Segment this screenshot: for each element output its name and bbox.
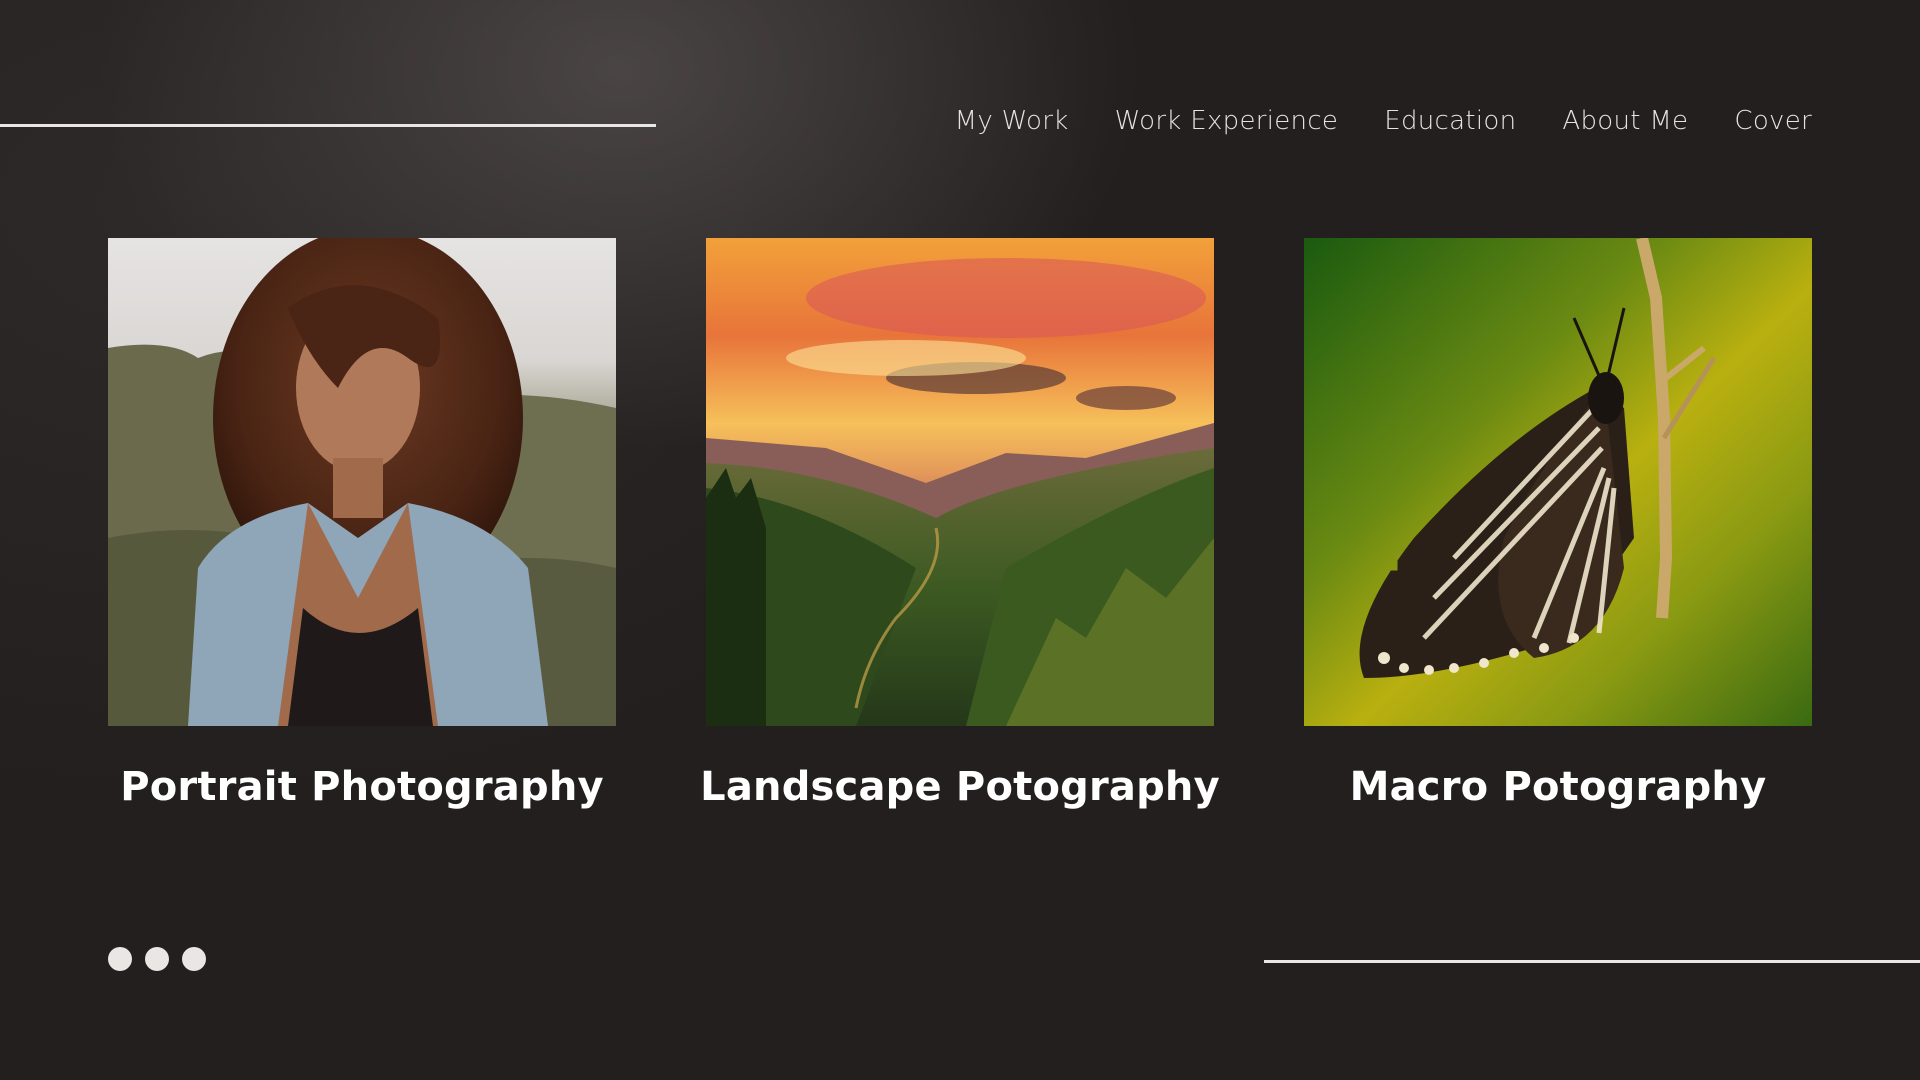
dot bbox=[108, 947, 132, 971]
card-caption: Macro Potography bbox=[1349, 764, 1767, 810]
top-navigation: My Work Work Experience Education About … bbox=[955, 106, 1812, 136]
portfolio-cards: Portrait Photography Landscape Potograph… bbox=[108, 238, 1812, 810]
card-macro[interactable]: Macro Potography bbox=[1304, 238, 1812, 810]
nav-my-work[interactable]: My Work bbox=[955, 106, 1069, 136]
card-portrait[interactable]: Portrait Photography bbox=[108, 238, 616, 810]
decorative-line-bottom bbox=[1264, 960, 1920, 963]
nav-cover[interactable]: Cover bbox=[1734, 106, 1812, 136]
dot bbox=[182, 947, 206, 971]
decorative-line-top bbox=[0, 124, 656, 127]
nav-education[interactable]: Education bbox=[1384, 106, 1516, 136]
landscape-photo[interactable] bbox=[706, 238, 1214, 726]
nav-work-experience[interactable]: Work Experience bbox=[1115, 106, 1339, 136]
butterfly-macro-photo[interactable] bbox=[1304, 238, 1812, 726]
portrait-photo[interactable] bbox=[108, 238, 616, 726]
dot bbox=[145, 947, 169, 971]
card-caption: Portrait Photography bbox=[120, 764, 604, 810]
card-caption: Landscape Potography bbox=[700, 764, 1220, 810]
nav-about-me[interactable]: About Me bbox=[1562, 106, 1688, 136]
card-landscape[interactable]: Landscape Potography bbox=[700, 238, 1220, 810]
more-dots-icon bbox=[108, 947, 206, 971]
